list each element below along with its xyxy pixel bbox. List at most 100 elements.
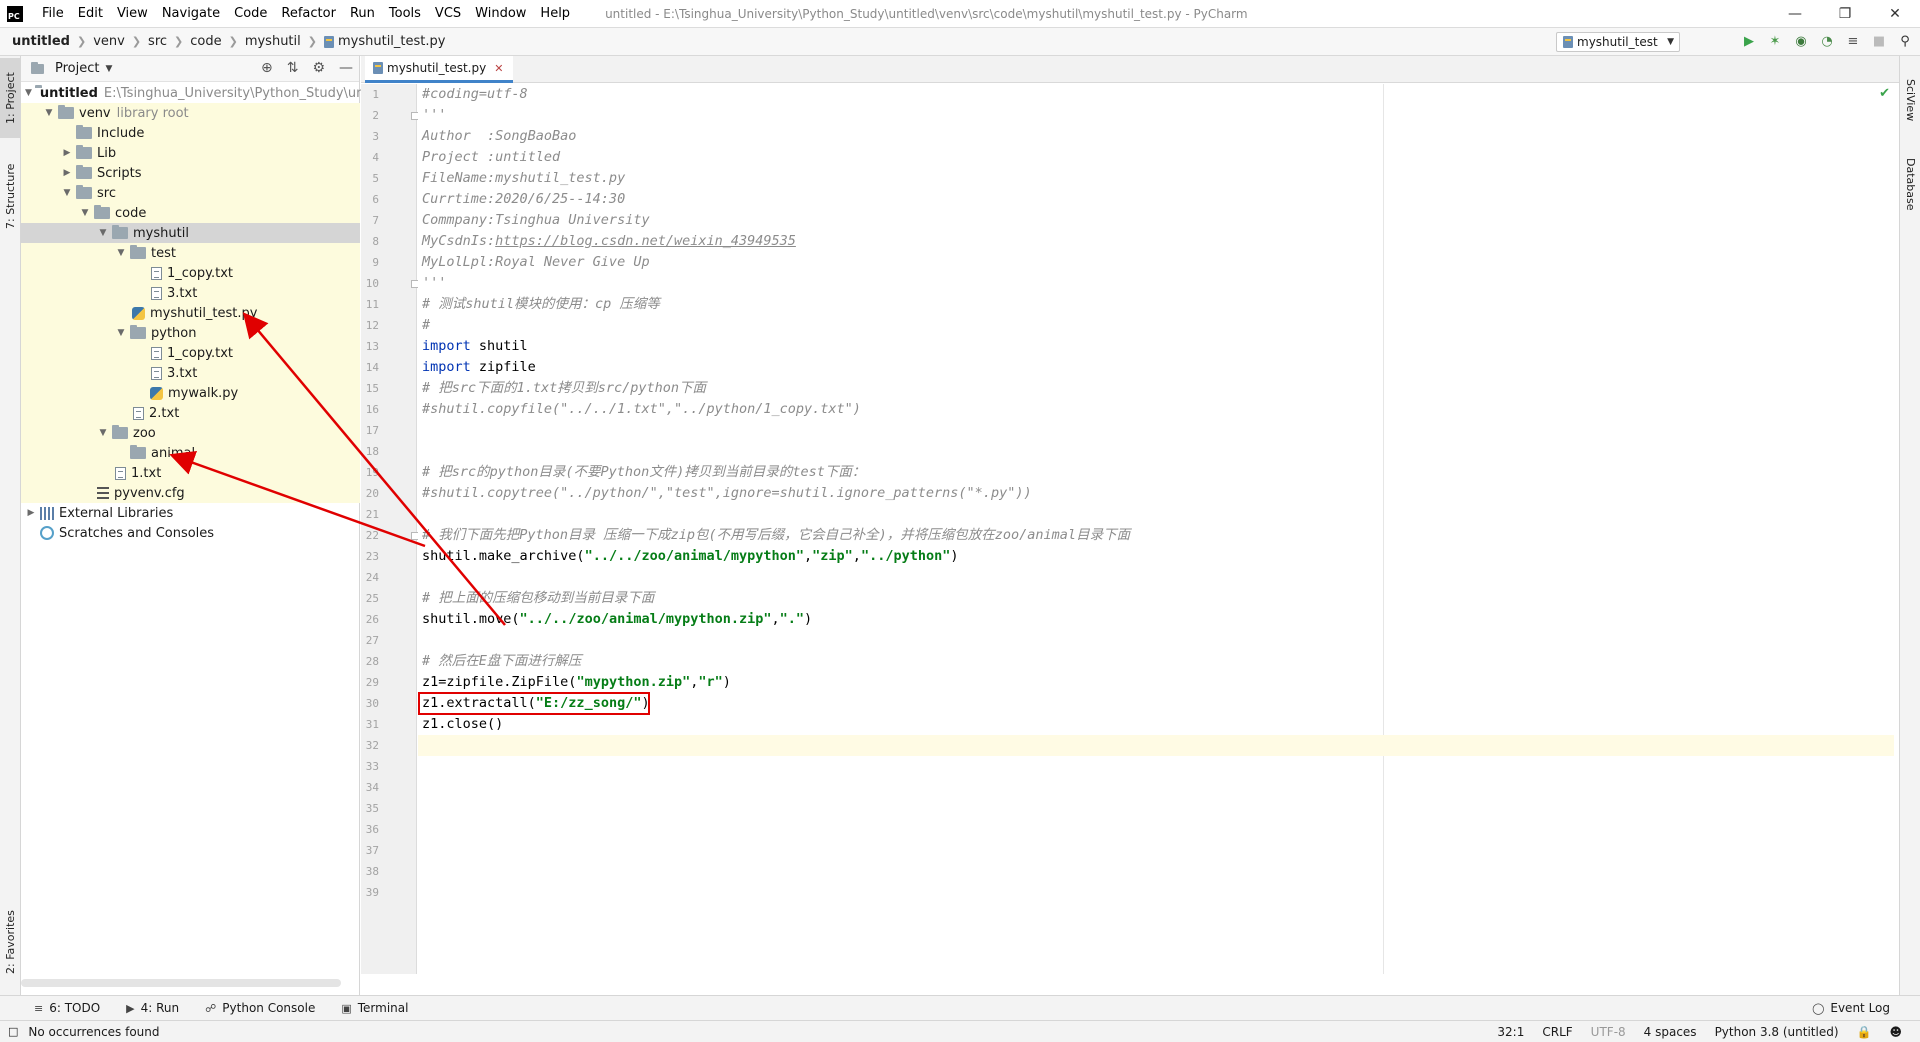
tree-item-pyvenv[interactable]: pyvenv.cfg (21, 483, 360, 503)
tree-item-zoo[interactable]: ▼ zoo (21, 423, 360, 443)
minimize-icon[interactable]: — (1770, 0, 1820, 28)
folder-icon (76, 145, 92, 159)
list-icon: ≡ (34, 1001, 44, 1015)
project-panel-title[interactable]: Project (55, 61, 99, 76)
gear-icon[interactable]: ⚙ (312, 60, 325, 76)
chevron-down-icon[interactable]: ▼ (61, 188, 73, 198)
menu-tools[interactable]: Tools (382, 6, 428, 21)
menu-window[interactable]: Window (468, 6, 533, 21)
tree-item-python-3[interactable]: 3.txt (21, 363, 360, 383)
hide-icon[interactable]: — (339, 60, 353, 76)
tree-item-root[interactable]: ▼ untitled E:\Tsinghua_University\Python… (21, 83, 398, 103)
debug-icon[interactable]: ✶ (1766, 32, 1784, 50)
code-editor[interactable]: #coding=utf-8 ''' Author :SongBaoBao Pro… (418, 84, 1894, 974)
horizontal-scrollbar[interactable] (21, 979, 341, 987)
tree-item-test-3[interactable]: 3.txt (21, 283, 360, 303)
locate-icon[interactable]: ⊕ (261, 60, 273, 76)
lock-icon[interactable]: 🔒 (1857, 1025, 1872, 1039)
restore-icon[interactable]: ❐ (1820, 0, 1870, 28)
tool-tab-event-log[interactable]: ◯ Event Log (1812, 1001, 1890, 1015)
search-icon[interactable]: ⚲ (1896, 32, 1914, 50)
tree-item-test[interactable]: ▼ test (21, 243, 360, 263)
menu-vcs[interactable]: VCS (428, 6, 468, 21)
chevron-down-icon[interactable]: ▼ (43, 108, 55, 118)
tree-item-myshutil-test[interactable]: myshutil_test.py (21, 303, 360, 323)
code-token: "r" (698, 674, 723, 690)
inspector-icon[interactable]: ☻ (1889, 1025, 1902, 1039)
tool-tab-database[interactable]: Database (1900, 144, 1920, 224)
stop-icon[interactable]: ■ (1870, 32, 1888, 50)
tool-tab-structure[interactable]: 7: Structure (0, 148, 21, 244)
menu-run[interactable]: Run (343, 6, 382, 21)
tree-item-python-copy[interactable]: 1_copy.txt (21, 343, 360, 363)
chevron-down-icon[interactable]: ▼ (115, 248, 127, 258)
chevron-down-icon[interactable]: ▼ (79, 208, 91, 218)
collapse-all-icon[interactable]: ⇅ (287, 60, 299, 76)
coverage-icon[interactable]: ◉ (1792, 32, 1810, 50)
menu-edit[interactable]: Edit (71, 6, 110, 21)
chevron-right-icon[interactable]: ▶ (61, 168, 73, 178)
chevron-right-icon[interactable]: ▶ (25, 508, 37, 518)
close-tab-icon[interactable]: ✕ (494, 62, 503, 75)
tree-item-code[interactable]: ▼ code (21, 203, 360, 223)
tree-item-python[interactable]: ▼ python (21, 323, 360, 343)
breadcrumb-item[interactable]: venv (93, 34, 125, 49)
tree-item-external-libraries[interactable]: ▶ External Libraries (21, 503, 360, 523)
menu-refactor[interactable]: Refactor (274, 6, 343, 21)
tree-item-test-copy[interactable]: 1_copy.txt (21, 263, 360, 283)
editor-tab-myshutil-test[interactable]: myshutil_test.py ✕ (365, 56, 514, 83)
chevron-down-icon[interactable]: ▼ (97, 228, 109, 238)
bottom-tool-bar: ≡ 6: TODO ▶ 4: Run ☍ Python Console ▣ Te… (0, 995, 1920, 1020)
breadcrumb-item[interactable]: myshutil_test.py (338, 34, 445, 49)
breadcrumb-item[interactable]: src (148, 34, 167, 49)
indent-setting[interactable]: 4 spaces (1644, 1025, 1697, 1039)
caret-position[interactable]: 32:1 (1497, 1025, 1524, 1039)
concurrency-icon[interactable]: ≡ (1844, 32, 1862, 50)
chevron-down-icon[interactable]: ▼ (115, 328, 127, 338)
tool-tab-run[interactable]: ▶ 4: Run (126, 1001, 179, 1015)
tree-item-src[interactable]: ▼ src (21, 183, 360, 203)
breadcrumb-item[interactable]: untitled (12, 34, 70, 49)
run-configuration-select[interactable]: myshutil_test ▼ (1556, 32, 1680, 52)
tool-tab-project[interactable]: 1: Project (0, 58, 21, 138)
tree-item-myshutil[interactable]: ▼ myshutil (21, 223, 360, 243)
tool-tab-python-console[interactable]: ☍ Python Console (205, 1001, 315, 1015)
tree-item-1txt[interactable]: 1.txt (21, 463, 360, 483)
tool-tab-sciview[interactable]: SciView (1900, 64, 1920, 136)
file-encoding[interactable]: UTF-8 (1591, 1025, 1626, 1039)
tree-item-2txt[interactable]: 2.txt (21, 403, 360, 423)
tree-item-scripts[interactable]: ▶ Scripts (21, 163, 360, 183)
chevron-down-icon[interactable]: ▼ (25, 88, 32, 98)
inspection-ok-icon[interactable]: ✔ (1879, 86, 1890, 101)
tool-tab-todo[interactable]: ≡ 6: TODO (34, 1001, 100, 1015)
python-interpreter[interactable]: Python 3.8 (untitled) (1715, 1025, 1839, 1039)
menu-view[interactable]: View (110, 6, 155, 21)
status-toggle-icon[interactable]: □ (8, 1025, 18, 1038)
dropdown-arrow-icon[interactable]: ▼ (105, 64, 112, 74)
tree-item-label: Lib (97, 145, 117, 161)
run-icon[interactable]: ▶ (1740, 32, 1758, 50)
chevron-down-icon[interactable]: ▼ (97, 428, 109, 438)
menu-file[interactable]: File (35, 6, 71, 21)
menu-bar: File Edit View Navigate Code Refactor Ru… (35, 6, 577, 21)
line-separator[interactable]: CRLF (1542, 1025, 1572, 1039)
tool-tab-favorites[interactable]: 2: Favorites (0, 894, 21, 990)
breadcrumb-item[interactable]: code (190, 34, 221, 49)
menu-code[interactable]: Code (227, 6, 274, 21)
tree-item-mywalk[interactable]: mywalk.py (21, 383, 360, 403)
close-icon[interactable]: ✕ (1870, 0, 1920, 28)
profile-icon[interactable]: ◔ (1818, 32, 1836, 50)
tree-item-lib[interactable]: ▶ Lib (21, 143, 360, 163)
menu-navigate[interactable]: Navigate (155, 6, 227, 21)
csdn-link[interactable]: https://blog.csdn.net/weixin_43949535 (495, 233, 796, 249)
menu-help[interactable]: Help (533, 6, 577, 21)
tool-tab-terminal[interactable]: ▣ Terminal (341, 1001, 408, 1015)
tree-item-label: mywalk.py (168, 385, 239, 401)
chevron-right-icon[interactable]: ▶ (61, 148, 73, 158)
tree-item-animal[interactable]: animal (21, 443, 360, 463)
breadcrumb-item[interactable]: myshutil (245, 34, 301, 49)
tree-item-label: 3.txt (167, 365, 198, 381)
tree-item-include[interactable]: Include (21, 123, 360, 143)
tree-item-scratches[interactable]: Scratches and Consoles (21, 523, 360, 543)
tree-item-venv[interactable]: ▼ venv library root (21, 103, 360, 123)
